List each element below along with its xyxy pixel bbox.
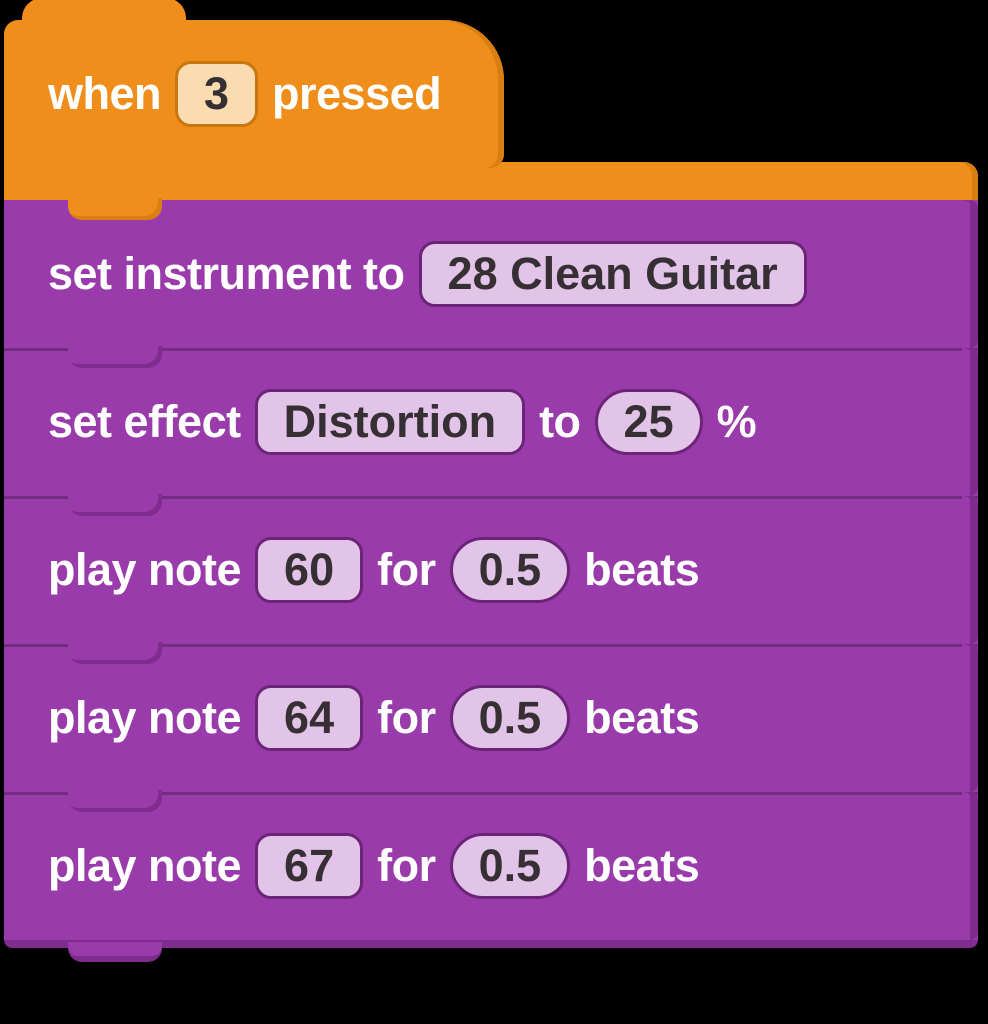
block-nub: [68, 790, 162, 812]
hat-nub: [68, 198, 162, 220]
block-set-effect[interactable]: set effect Distortion to 25 %: [4, 348, 978, 496]
hat-label-when: when: [48, 68, 161, 120]
label-percent: %: [717, 396, 757, 448]
label-for: for: [377, 840, 436, 892]
beats-input[interactable]: 0.5: [450, 685, 571, 751]
block-play-note[interactable]: play note 67 for 0.5 beats: [4, 792, 978, 940]
label-beats: beats: [584, 692, 699, 744]
label-beats: beats: [584, 544, 699, 596]
label-for: for: [377, 692, 436, 744]
beats-input[interactable]: 0.5: [450, 833, 571, 899]
label-play-note: play note: [48, 692, 241, 744]
hat-body: when 3 pressed: [4, 20, 504, 168]
block-play-note[interactable]: play note 64 for 0.5 beats: [4, 644, 978, 792]
key-input[interactable]: 3: [175, 61, 258, 127]
label-set-effect: set effect: [48, 396, 241, 448]
block-nub: [68, 642, 162, 664]
instrument-dropdown[interactable]: 28 Clean Guitar: [419, 241, 807, 307]
note-input[interactable]: 64: [255, 685, 363, 751]
label-for: for: [377, 544, 436, 596]
block-nub: [68, 494, 162, 516]
stack-bottom-nub: [68, 942, 162, 962]
effect-value-input[interactable]: 25: [595, 389, 703, 455]
beats-input[interactable]: 0.5: [450, 537, 571, 603]
block-nub: [68, 346, 162, 368]
stack-bottom-edge: [4, 940, 978, 948]
hat-label-pressed: pressed: [272, 68, 441, 120]
block-set-instrument[interactable]: set instrument to 28 Clean Guitar: [4, 200, 978, 348]
hat-block-when-key-pressed[interactable]: when 3 pressed: [4, 20, 978, 200]
note-input[interactable]: 67: [255, 833, 363, 899]
label-set-instrument: set instrument to: [48, 248, 405, 300]
label-play-note: play note: [48, 840, 241, 892]
block-stack: when 3 pressed set instrument to 28 Clea…: [4, 20, 988, 948]
label-to: to: [539, 396, 580, 448]
label-beats: beats: [584, 840, 699, 892]
note-input[interactable]: 60: [255, 537, 363, 603]
block-play-note[interactable]: play note 60 for 0.5 beats: [4, 496, 978, 644]
effect-dropdown[interactable]: Distortion: [255, 389, 525, 455]
label-play-note: play note: [48, 544, 241, 596]
